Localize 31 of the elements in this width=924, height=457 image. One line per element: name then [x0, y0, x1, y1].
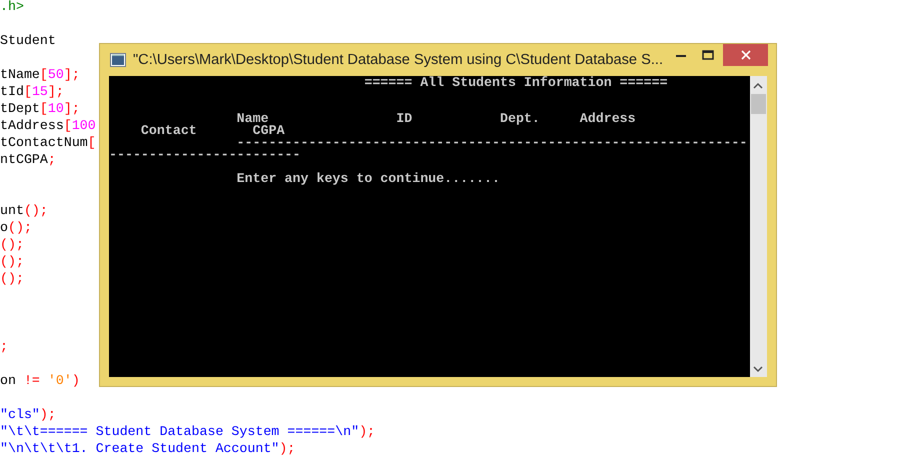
code-line: (); — [0, 254, 24, 269]
console-text: Contact CGPA — [140, 123, 285, 138]
code-line: o(); — [0, 220, 32, 235]
code-line: unt(); — [0, 203, 48, 218]
code-line: (); — [0, 271, 24, 286]
console-text: ---------------------------------------------------------------- — [236, 135, 748, 150]
console-text: ------------------------ — [109, 147, 301, 162]
window-title: "C:\Users\Mark\Desktop\Student Database System using C\Student Database S... — [133, 52, 664, 68]
console-text: Enter any keys to continue....... — [236, 171, 500, 186]
close-icon — [740, 50, 750, 60]
code-line: .h> — [0, 0, 24, 14]
code-line: "\n\t\t\t1. Create Student Account"); — [0, 441, 296, 456]
code-line: Student — [0, 33, 56, 48]
scrollbar[interactable] — [750, 76, 767, 377]
code-line: on != '0') — [0, 373, 80, 388]
console-text: Name ID Dept. Address — [236, 111, 636, 126]
code-line: tAddress[100 — [0, 118, 96, 133]
console-text: ====== All Students Information ====== — [363, 75, 668, 90]
code-line: tId[15]; — [0, 84, 64, 99]
maximize-icon — [702, 50, 714, 60]
code-line: tDept[10]; — [0, 101, 80, 116]
code-line: "\t\t====== Student Database System ======\n"); — [0, 424, 376, 439]
code-line: ; — [0, 339, 8, 354]
close-button[interactable] — [723, 44, 768, 66]
scrollbar-thumb[interactable] — [751, 94, 766, 114]
code-line: tContactNum[ — [0, 135, 96, 150]
code-line: "cls"); — [0, 407, 56, 422]
console-icon — [110, 53, 126, 67]
code-line: (); — [0, 237, 24, 252]
code-line: ntCGPA; — [0, 152, 56, 167]
code-line: tName[50]; — [0, 67, 80, 82]
